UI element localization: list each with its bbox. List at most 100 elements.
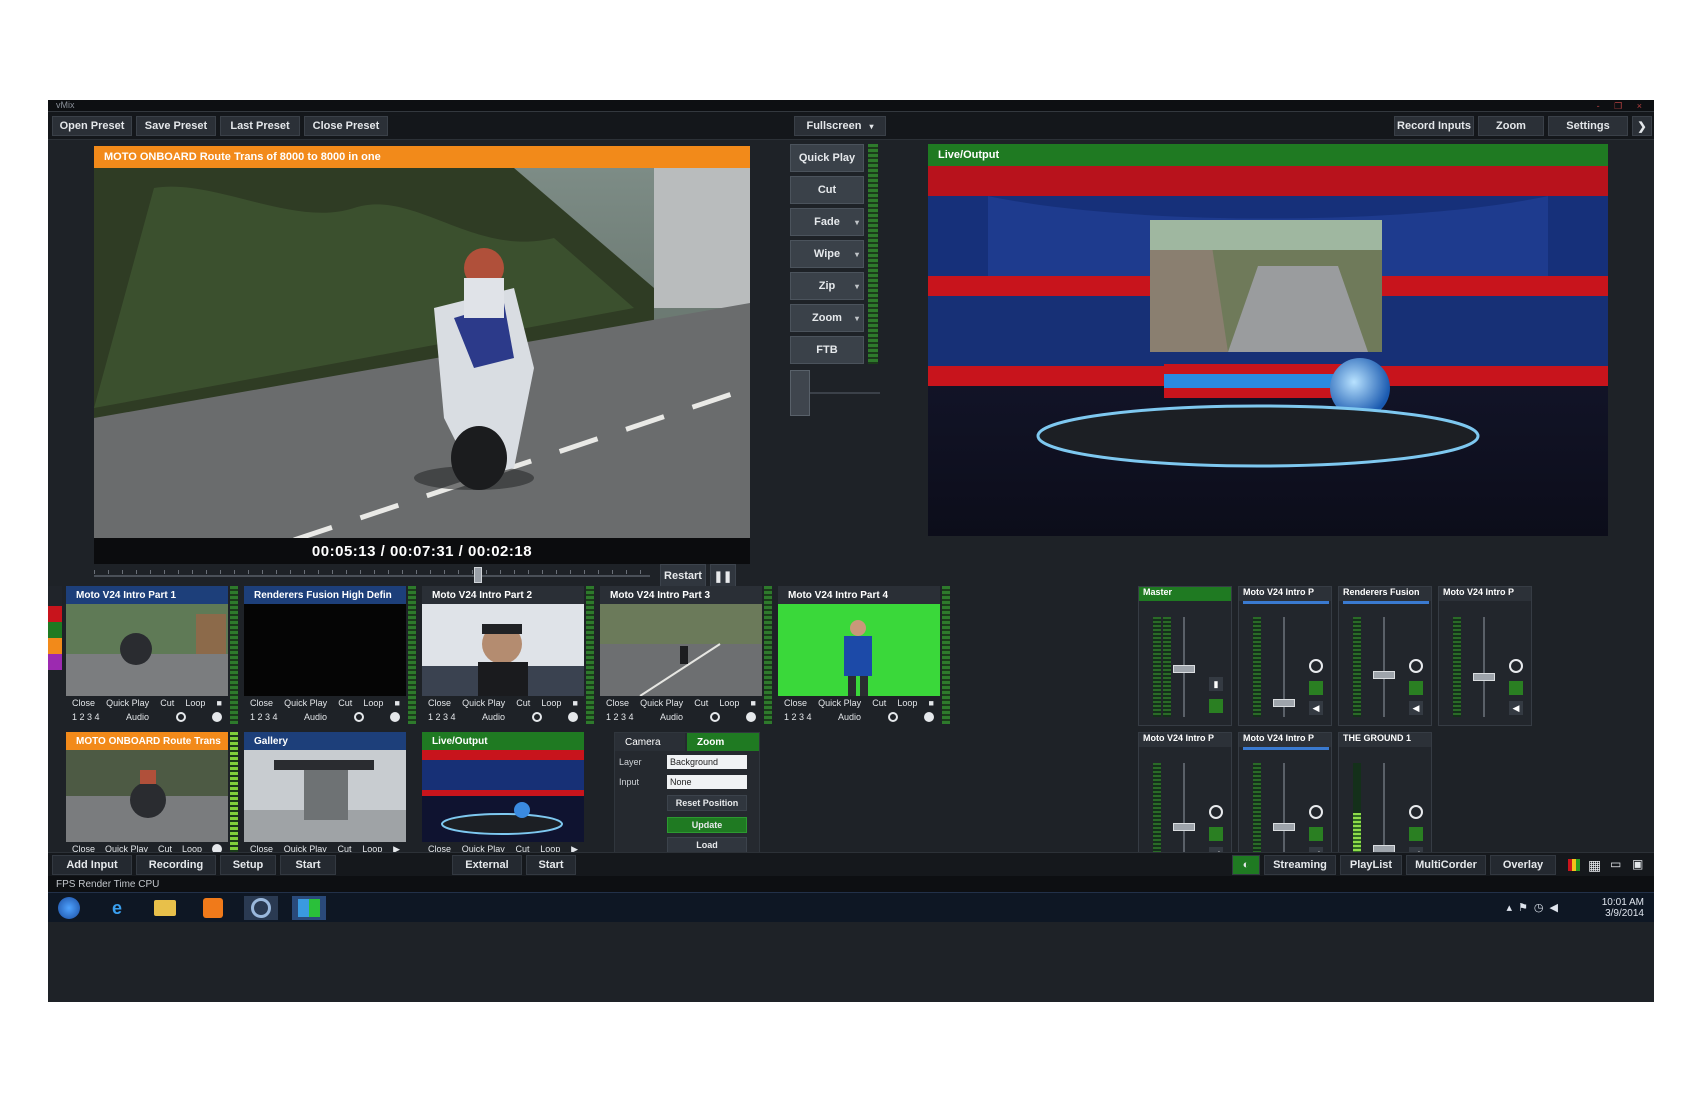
quick-play-button[interactable]: Quick Play <box>462 698 505 708</box>
folder-icon[interactable] <box>148 896 182 920</box>
input-caption[interactable]: Moto V24 Intro Part 3 <box>600 586 762 604</box>
balance-bar[interactable] <box>1343 601 1429 604</box>
open-preset-button[interactable]: Open Preset <box>52 116 132 136</box>
fader-knob[interactable] <box>1373 671 1395 679</box>
start-external-button[interactable]: Start <box>526 855 576 875</box>
wipe-button[interactable]: Wipe ▾ <box>790 240 864 268</box>
overlay-numbers[interactable]: 1 2 3 4 <box>72 712 100 722</box>
tab-camera[interactable]: Camera <box>615 733 685 751</box>
mute-green-button[interactable] <box>1409 681 1423 695</box>
settings-ring-icon[interactable] <box>1209 805 1223 819</box>
multicorder-button[interactable]: MultiCorder <box>1406 855 1486 875</box>
lock-icon[interactable]: ▣ <box>1632 857 1643 871</box>
internet-explorer-icon[interactable]: e <box>100 896 134 920</box>
settings-ring-icon[interactable] <box>531 712 542 722</box>
settings-button[interactable]: Settings <box>1548 116 1628 136</box>
color-tab-none[interactable] <box>48 586 62 606</box>
fader-knob[interactable] <box>1173 823 1195 831</box>
speaker-icon[interactable]: ◀ <box>1309 701 1323 715</box>
overlay-numbers[interactable]: 1 2 3 4 <box>250 712 278 722</box>
mute-green-button[interactable] <box>1309 827 1323 841</box>
close-button[interactable]: Close <box>428 698 451 708</box>
overlay-numbers[interactable]: 1 2 3 4 <box>428 712 456 722</box>
audio-button[interactable]: Audio <box>304 712 327 722</box>
balance-bar[interactable] <box>1243 601 1329 604</box>
settings-ring-icon[interactable] <box>1509 659 1523 673</box>
start-record-button[interactable]: Start <box>280 855 336 875</box>
input-caption[interactable]: Moto V24 Intro Part 1 <box>66 586 228 604</box>
output-video[interactable] <box>928 166 1608 536</box>
mute-green-button[interactable] <box>1309 681 1323 695</box>
close-button[interactable]: Close <box>72 698 95 708</box>
input-thumbnail[interactable] <box>244 604 406 696</box>
external-button[interactable]: External <box>452 855 522 875</box>
cut-button[interactable]: Cut <box>338 698 352 708</box>
circle-icon[interactable] <box>745 712 756 722</box>
fader-knob[interactable] <box>1273 823 1295 831</box>
chevron-right-icon[interactable]: ❯ <box>1632 116 1652 136</box>
input-caption[interactable]: Live/Output <box>422 732 584 750</box>
settings-ring-icon[interactable] <box>1309 805 1323 819</box>
circle-icon[interactable] <box>389 712 400 722</box>
cut-button[interactable]: Cut <box>160 698 174 708</box>
tab-zoom[interactable]: Zoom <box>687 733 759 751</box>
input-caption[interactable]: Renderers Fusion High Defin <box>244 586 406 604</box>
stop-icon[interactable]: ■ <box>573 698 578 708</box>
input-thumbnail[interactable] <box>422 604 584 696</box>
playlist-button[interactable]: PlayList <box>1340 855 1402 875</box>
media-player-icon[interactable] <box>196 896 230 920</box>
power-icon[interactable]: ◐ <box>1232 855 1260 875</box>
quick-play-button[interactable]: Quick Play <box>818 698 861 708</box>
input-thumbnail[interactable] <box>600 604 762 696</box>
update-button[interactable]: Update <box>667 817 747 833</box>
fader-knob[interactable] <box>1173 665 1195 673</box>
restart-button[interactable]: Restart <box>660 564 706 588</box>
overlay-button[interactable]: Overlay <box>1490 855 1556 875</box>
ftb-button[interactable]: FTB <box>790 336 864 364</box>
fader-knob[interactable] <box>1473 673 1495 681</box>
last-preset-button[interactable]: Last Preset <box>220 116 300 136</box>
close-button[interactable]: Close <box>250 698 273 708</box>
window-controls[interactable]: - ❐ × <box>1597 101 1648 112</box>
zip-button[interactable]: Zip ▾ <box>790 272 864 300</box>
close-button[interactable]: Close <box>784 698 807 708</box>
preview-scrubber[interactable] <box>94 567 650 583</box>
mute-green-button[interactable] <box>1509 681 1523 695</box>
loop-button[interactable]: Loop <box>363 698 383 708</box>
input-thumbnail[interactable] <box>244 750 406 842</box>
color-tab-red[interactable] <box>48 606 62 622</box>
audio-button[interactable]: Audio <box>838 712 861 722</box>
setup-button[interactable]: Setup <box>220 855 276 875</box>
loop-button[interactable]: Loop <box>541 698 561 708</box>
color-tab-green[interactable] <box>48 622 62 638</box>
cut-button[interactable]: Cut <box>872 698 886 708</box>
zoom-button[interactable]: Zoom <box>1478 116 1544 136</box>
loop-button[interactable]: Loop <box>897 698 917 708</box>
close-preset-button[interactable]: Close Preset <box>304 116 388 136</box>
input-caption[interactable]: Moto V24 Intro Part 4 <box>778 586 940 604</box>
speaker-icon[interactable]: ◀ <box>1409 701 1423 715</box>
preview-video[interactable] <box>94 168 750 540</box>
audio-button[interactable]: Audio <box>482 712 505 722</box>
overlay-numbers[interactable]: 1 2 3 4 <box>784 712 812 722</box>
fullscreen-button[interactable]: Fullscreen ▾ <box>794 116 886 136</box>
grid-icon[interactable]: ▦ <box>1588 857 1601 874</box>
mute-green-button[interactable] <box>1209 699 1223 713</box>
mute-green-button[interactable] <box>1209 827 1223 841</box>
loop-button[interactable]: Loop <box>185 698 205 708</box>
scrubber-handle[interactable] <box>474 567 482 583</box>
color-tab-purple[interactable] <box>48 654 62 670</box>
settings-ring-icon[interactable] <box>1309 659 1323 673</box>
overlay-numbers[interactable]: 1 2 3 4 <box>606 712 634 722</box>
save-preset-button[interactable]: Save Preset <box>136 116 216 136</box>
input-caption[interactable]: Gallery <box>244 732 406 750</box>
cut-button[interactable]: Cut <box>694 698 708 708</box>
fade-button[interactable]: Fade ▾ <box>790 208 864 236</box>
monitor-icon[interactable]: ▭ <box>1610 857 1621 871</box>
settings-ring-icon[interactable] <box>887 712 898 722</box>
load-button[interactable]: Load <box>667 837 747 853</box>
quick-play-button[interactable]: Quick Play <box>640 698 683 708</box>
fader-knob[interactable] <box>1273 699 1295 707</box>
balance-bar[interactable] <box>1243 747 1329 750</box>
close-button[interactable]: Close <box>606 698 629 708</box>
